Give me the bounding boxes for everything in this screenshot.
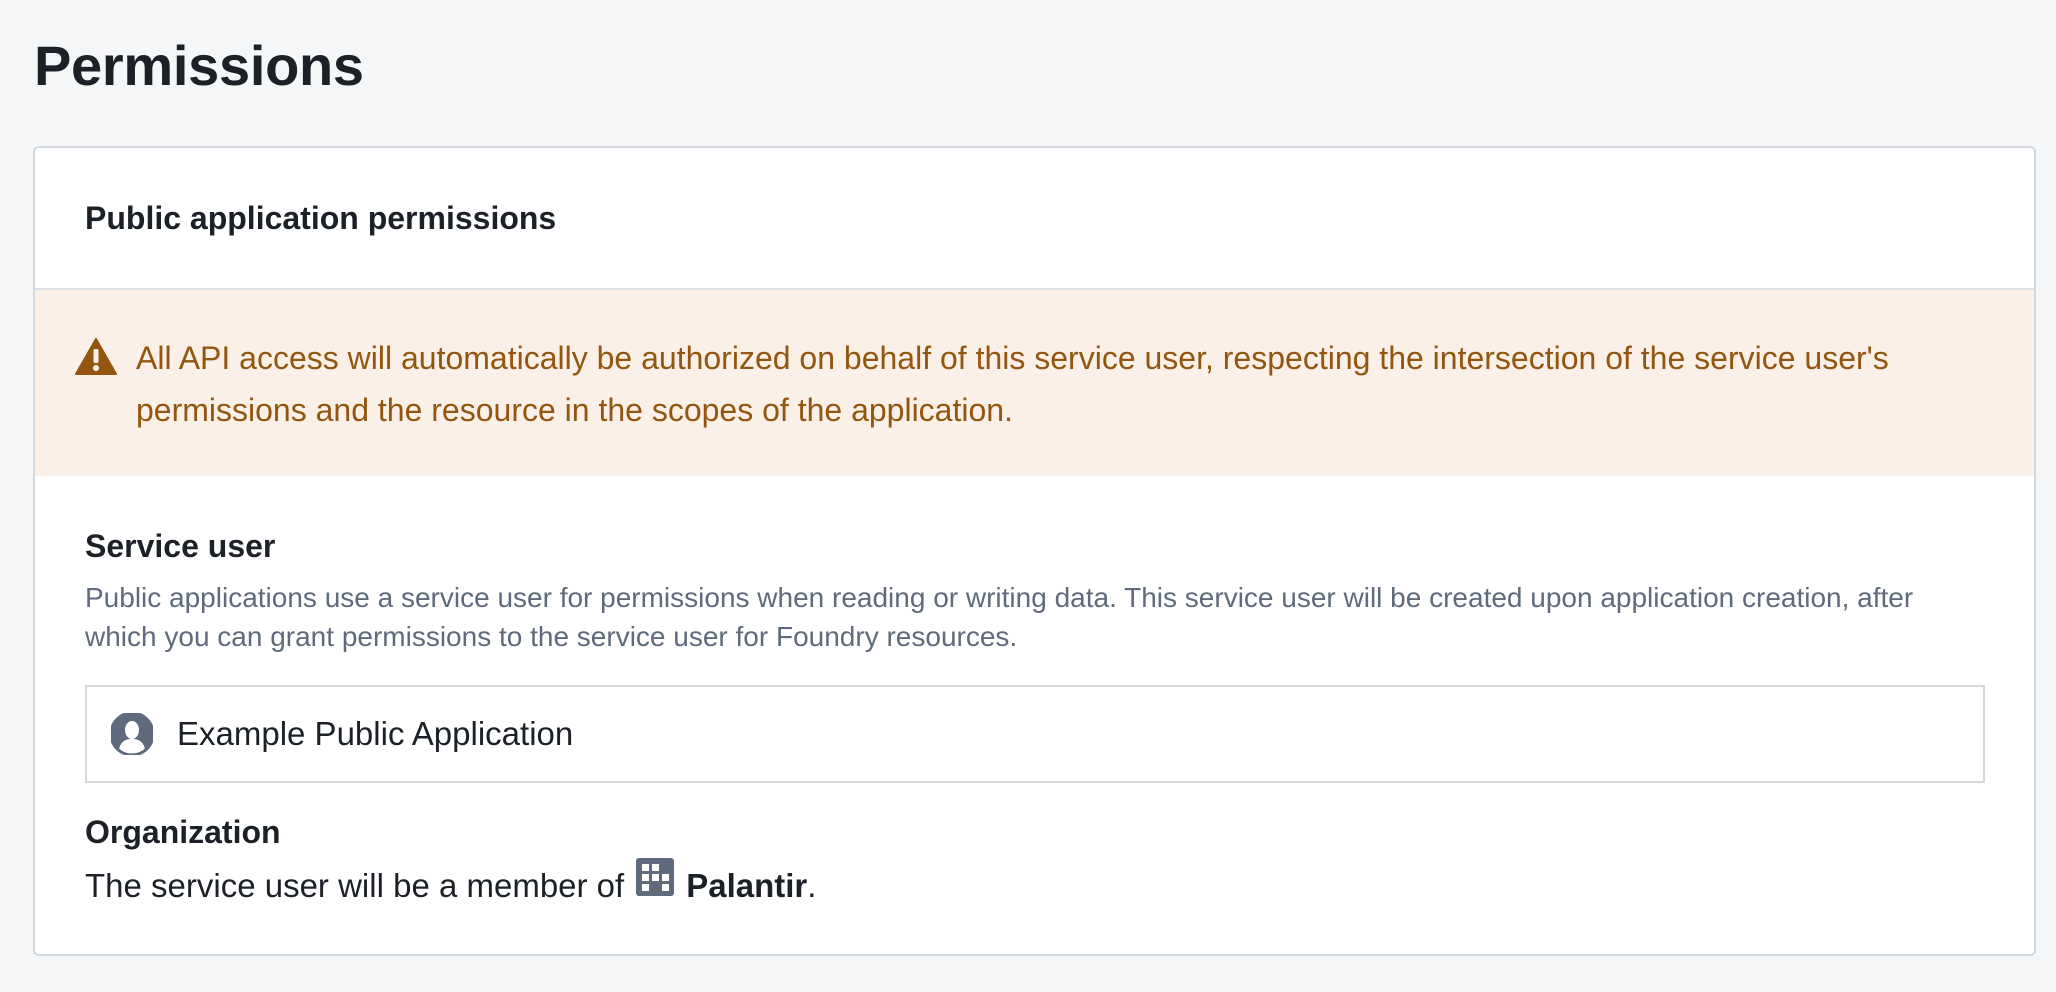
user-avatar-icon	[111, 713, 153, 755]
warning-text: All API access will automatically be aut…	[136, 340, 1889, 428]
card-header: Public application permissions	[35, 148, 2034, 290]
permissions-page: Permissions Public application permissio…	[0, 0, 2056, 992]
service-user-title: Service user	[85, 528, 276, 564]
organization-text-suffix: .	[807, 867, 817, 904]
service-user-section: Service user Public applications use a s…	[85, 526, 1985, 656]
permissions-card: Public application permissions All API a…	[33, 146, 2036, 956]
office-building-icon	[636, 858, 675, 896]
warning-callout: All API access will automatically be aut…	[35, 290, 2034, 476]
organization-text-prefix: The service user will be a member of	[85, 867, 625, 904]
page-title: Permissions	[34, 34, 364, 97]
organization-name: Palantir	[686, 867, 808, 904]
warning-triangle-icon	[75, 338, 117, 375]
service-user-field: Example Public Application	[85, 685, 1985, 783]
service-user-description: Public applications use a service user f…	[85, 582, 1914, 652]
service-user-name: Example Public Application	[177, 715, 574, 752]
organization-section: Organization The service user will be a …	[85, 812, 1985, 908]
organization-line: The service user will be a member of Pal…	[85, 858, 1985, 908]
organization-title: Organization	[85, 814, 281, 850]
card-header-title: Public application permissions	[85, 200, 557, 236]
